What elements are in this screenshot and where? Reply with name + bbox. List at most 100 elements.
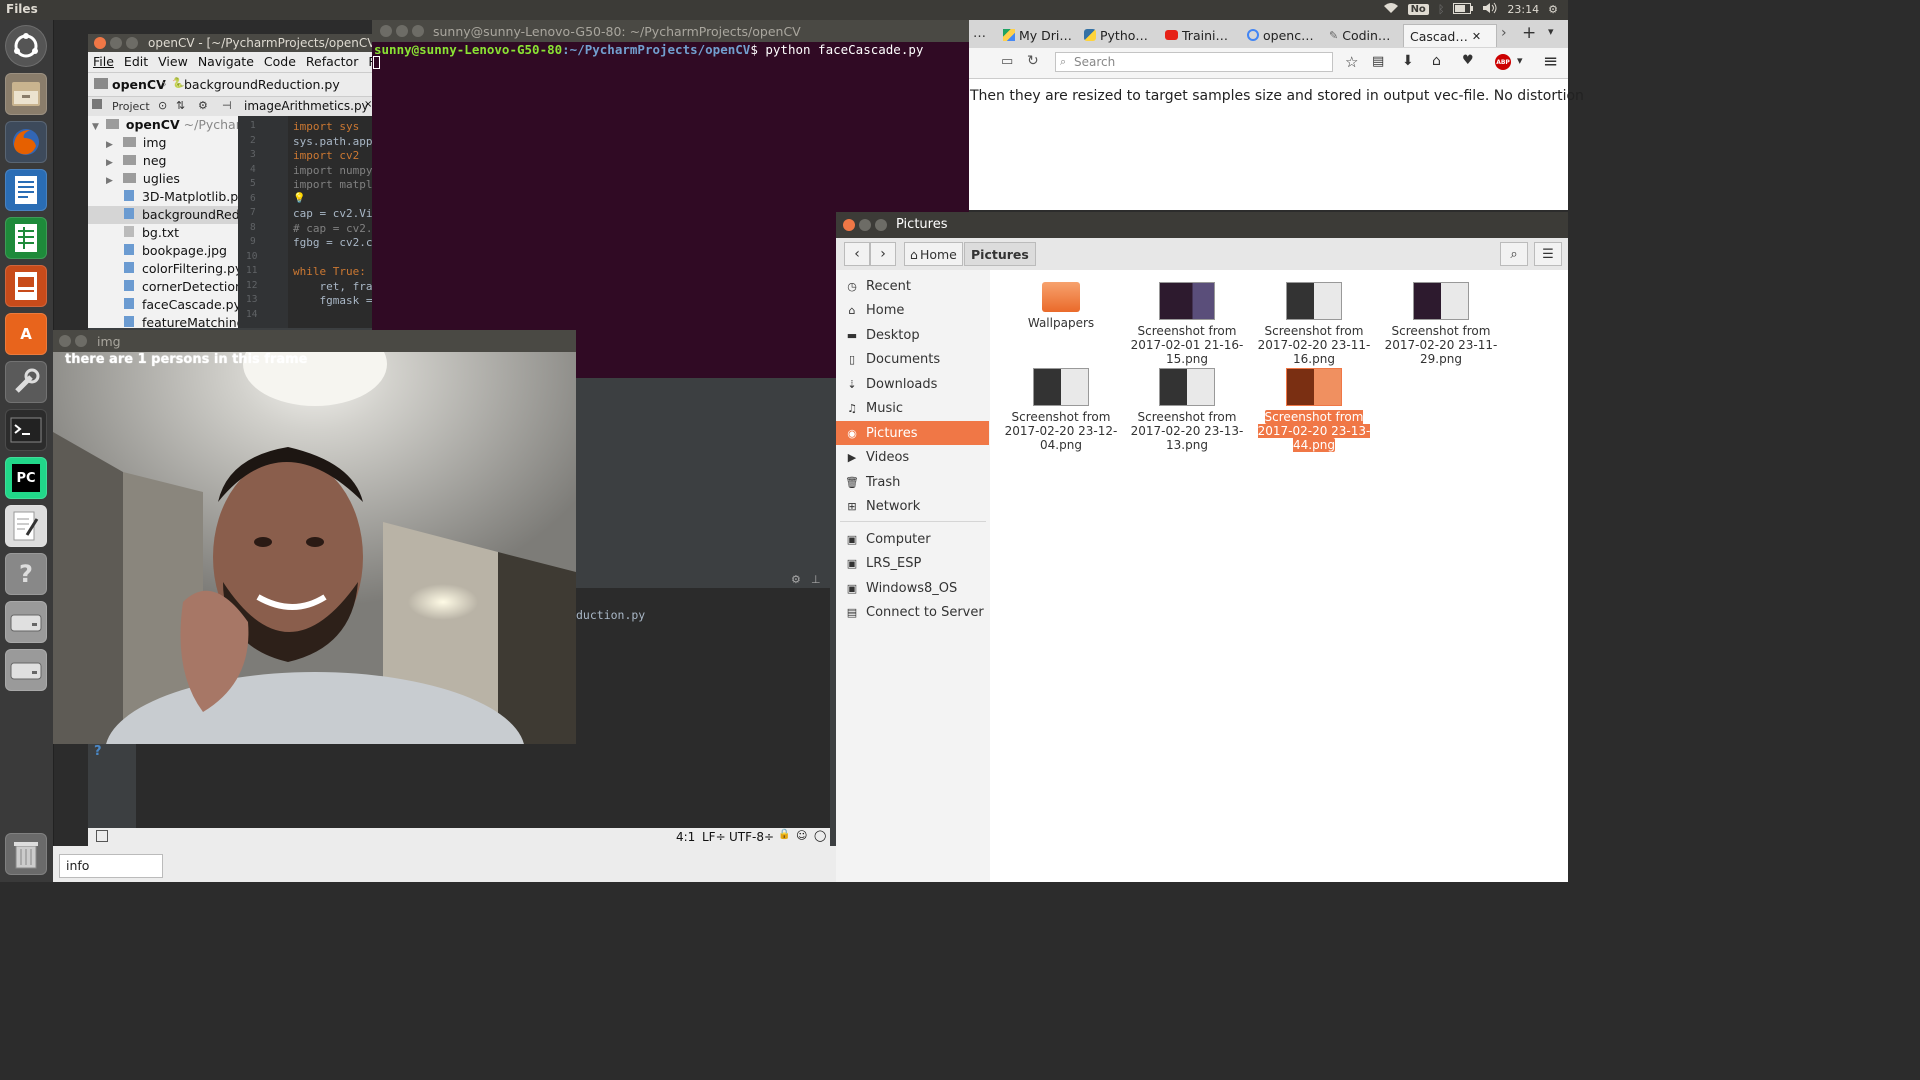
terminal-icon[interactable] (5, 409, 47, 451)
sidebar-item-trash[interactable]: 🗑 Trash (836, 470, 989, 494)
home-icon[interactable]: ⌂ (1432, 53, 1441, 69)
layout-icon[interactable] (96, 830, 108, 842)
battery-icon[interactable] (1453, 2, 1474, 17)
pocket-icon[interactable]: ♥ (1462, 53, 1474, 68)
help-icon[interactable]: ? (94, 744, 102, 759)
sidebar-item-lrs-esp[interactable]: ▣ LRS_ESP (836, 552, 989, 576)
terminal-output[interactable]: sunny@sunny-Lenovo-G50-80:~/PycharmProje… (374, 42, 923, 57)
reading-list-icon[interactable]: ▤ (1372, 54, 1384, 69)
clock[interactable]: 23:14 (1507, 3, 1539, 16)
close-icon[interactable] (843, 219, 855, 231)
keyboard-layout-indicator[interactable]: No (1407, 4, 1429, 15)
tree-item-file[interactable]: colorFiltering.py (124, 260, 238, 278)
firefox-icon[interactable] (5, 121, 47, 163)
pin-icon[interactable]: ⊥ (811, 573, 821, 586)
tab-coding[interactable]: ✎ Codin… (1329, 24, 1401, 46)
menu-view[interactable]: View (153, 52, 193, 72)
close-icon[interactable] (94, 37, 106, 49)
sidebar-item-documents[interactable]: ▯ Documents (836, 348, 989, 372)
cursor-position[interactable]: 4:1 (676, 830, 695, 844)
tab-cascade[interactable]: Cascad… ✕ (1403, 24, 1497, 47)
menu-navigate[interactable]: Navigate (193, 52, 259, 72)
volume-icon[interactable] (1482, 2, 1498, 17)
text-editor-icon[interactable] (5, 505, 47, 547)
lightbulb-icon[interactable]: 💡 (293, 193, 305, 207)
bluetooth-icon[interactable]: ᛒ (1438, 3, 1445, 16)
sidebar-item-recent[interactable]: ◷ Recent (836, 274, 989, 298)
search-input[interactable]: ⌕ Search (1055, 52, 1333, 72)
path-home-button[interactable]: ⌂ Home (904, 242, 963, 266)
lock-icon[interactable]: 🔒 (778, 829, 790, 840)
maximize-icon[interactable] (875, 219, 887, 231)
gear-icon[interactable]: ⚙ (791, 573, 801, 586)
code-editor[interactable]: import sys sys.path.appe import cv2 impo… (288, 116, 373, 328)
minimize-icon[interactable] (396, 25, 408, 37)
help-icon[interactable]: ? (5, 553, 47, 595)
tab-overflow-ellipsis[interactable]: … (973, 26, 986, 41)
file-item-screenshot[interactable]: Screenshot from 2017-02-20 23-12-04.png (1002, 368, 1120, 452)
trash-icon[interactable] (5, 833, 47, 875)
back-button[interactable]: ‹ (844, 242, 870, 266)
ubuntu-dash-icon[interactable] (5, 25, 47, 67)
minimize-icon[interactable] (859, 219, 871, 231)
software-center-icon[interactable]: A (5, 313, 47, 355)
tree-item-file[interactable]: 3D-Matplotlib.png (124, 188, 238, 206)
editor-tab[interactable]: imageArithmetics.py (244, 99, 369, 113)
sync-icon[interactable]: ⊙ (158, 99, 167, 112)
reader-view-icon[interactable]: ▭ (1001, 54, 1013, 69)
reload-icon[interactable]: ↻ (1027, 53, 1039, 69)
bookmark-star-icon[interactable]: ☆ (1345, 53, 1358, 71)
files-icon[interactable] (5, 73, 47, 115)
download-icon[interactable]: ⬇ (1402, 53, 1414, 69)
sidebar-item-computer[interactable]: ▣ Computer (836, 527, 989, 551)
breadcrumb-project[interactable]: openCV (112, 77, 166, 92)
tree-item-file[interactable]: bookpage.jpg (124, 242, 227, 260)
chevron-down-icon[interactable]: ▾ (1548, 25, 1554, 38)
tree-item-file[interactable]: cornerDetection.p (124, 278, 238, 296)
tree-item-file[interactable]: featureMatching.p (124, 314, 238, 328)
tree-item-uglies[interactable]: ▶ uglies (106, 170, 180, 188)
file-encoding[interactable]: UTF-8÷ (729, 830, 774, 844)
chevron-down-icon[interactable]: ▼ (92, 122, 99, 132)
breadcrumb-file[interactable]: backgroundReduction.py (184, 77, 340, 92)
minimize-icon[interactable] (110, 37, 122, 49)
list-view-icon[interactable]: ☰ (1534, 242, 1562, 266)
file-item-screenshot[interactable]: Screenshot from 2017-02-01 21-16-15.png (1128, 282, 1246, 366)
minimize-icon[interactable] (75, 335, 87, 347)
inspector-icon[interactable]: ☺ (796, 829, 807, 842)
info-field[interactable]: info (59, 854, 163, 878)
sidebar-item-home[interactable]: ⌂ Home (836, 299, 989, 323)
close-icon[interactable] (59, 335, 71, 347)
menu-code[interactable]: Code (259, 52, 301, 72)
chevron-right-icon[interactable]: ▶ (106, 158, 113, 168)
path-pictures-button[interactable]: Pictures (964, 242, 1036, 266)
file-item-screenshot-selected[interactable]: Screenshot from 2017-02-20 23-13-44.png (1255, 368, 1373, 452)
chevron-right-icon[interactable]: ▶ (106, 140, 113, 150)
calc-icon[interactable] (5, 217, 47, 259)
maximize-icon[interactable] (126, 37, 138, 49)
system-settings-icon[interactable] (5, 361, 47, 403)
file-item-wallpapers[interactable]: Wallpapers (1002, 282, 1120, 330)
writer-icon[interactable] (5, 169, 47, 211)
menu-file[interactable]: File (88, 52, 119, 72)
sidebar-item-music[interactable]: ♫ Music (836, 397, 989, 421)
chevron-down-icon[interactable]: ▾ (1517, 54, 1523, 67)
tab-opencv[interactable]: openc… (1247, 24, 1319, 46)
tab-scroll-right-icon[interactable]: › (1501, 25, 1507, 41)
pycharm-icon[interactable]: PC (5, 457, 47, 499)
tree-item-img[interactable]: ▶ img (106, 134, 166, 152)
search-icon[interactable]: ⌕ (1500, 242, 1528, 266)
sidebar-item-network[interactable]: ⊞ Network (836, 495, 989, 519)
active-app-name[interactable]: Files (6, 2, 38, 16)
adblock-icon[interactable]: ABP (1495, 54, 1511, 70)
sidebar-item-downloads[interactable]: ⇣ Downloads (836, 372, 989, 396)
chevron-right-icon[interactable]: ▶ (106, 176, 113, 186)
line-separator[interactable]: LF÷ (702, 830, 726, 844)
hide-panel-icon[interactable]: ⊣ (222, 99, 232, 112)
drive-icon[interactable] (5, 601, 47, 643)
close-icon[interactable]: ✕ (1472, 30, 1481, 43)
sidebar-item-desktop[interactable]: ▬ Desktop (836, 323, 989, 347)
tab-training[interactable]: Traini… (1165, 24, 1237, 46)
file-item-screenshot[interactable]: Screenshot from 2017-02-20 23-11-16.png (1255, 282, 1373, 366)
tree-item-file[interactable]: bg.txt (124, 224, 179, 242)
